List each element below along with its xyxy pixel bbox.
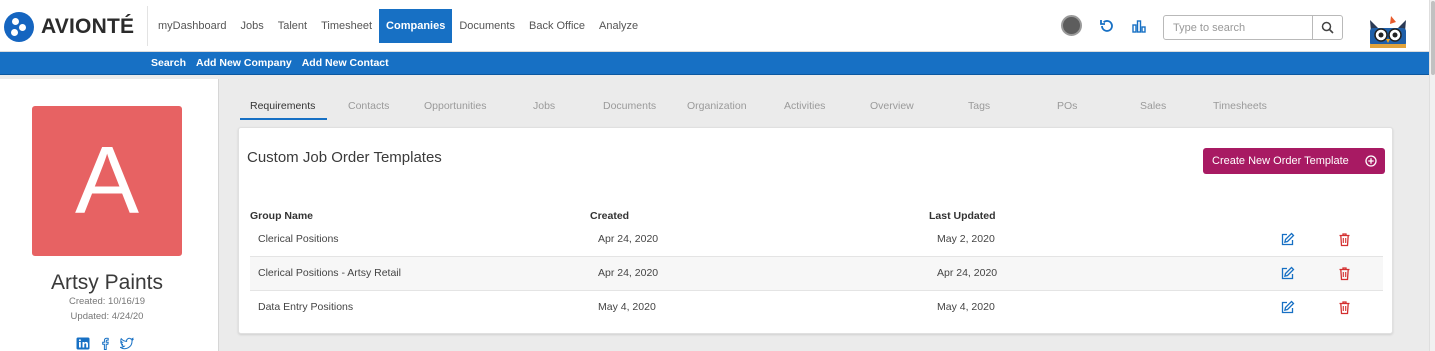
delete-icon[interactable] [1337,266,1352,281]
edit-icon[interactable] [1280,232,1295,247]
plus-circle-icon [1365,155,1377,167]
nav-item-jobs[interactable]: Jobs [233,9,270,43]
card-title: Custom Job Order Templates [247,149,442,166]
subnav-add-new-company[interactable]: Add New Company [191,52,297,75]
tab-organization[interactable]: Organization [687,95,747,117]
scrollbar-thumb[interactable] [1431,1,1435,75]
brand-name: AVIONTÉ [41,15,135,38]
linkedin-icon[interactable] [76,337,90,350]
tab-tags[interactable]: Tags [968,95,990,117]
cell-created: Apr 24, 2020 [598,233,659,245]
active-tab-indicator [240,118,327,120]
search-button[interactable] [1312,16,1342,39]
edit-icon[interactable] [1280,300,1295,315]
tab-documents[interactable]: Documents [603,95,656,117]
tab-opportunities[interactable]: Opportunities [424,95,486,117]
create-new-order-template-button[interactable]: Create New Order Template [1203,148,1385,174]
cell-created: May 4, 2020 [598,301,656,313]
facebook-icon[interactable] [98,337,112,350]
user-avatar[interactable] [1061,15,1082,36]
cell-group-name: Clerical Positions [258,233,339,245]
tab-jobs[interactable]: Jobs [533,95,555,117]
top-navigation-bar: AVIONTÉ myDashboard Jobs Talent Timeshee… [0,0,1435,52]
cell-last-updated: May 4, 2020 [937,301,995,313]
nav-item-analyze[interactable]: Analyze [592,9,645,43]
nav-divider [147,6,148,46]
cell-last-updated: May 2, 2020 [937,233,995,245]
analytics-icon[interactable] [1129,16,1149,36]
main-nav: myDashboard Jobs Talent Timesheet Compan… [151,9,645,43]
nav-item-companies[interactable]: Companies [379,9,453,43]
table-row: Data Entry Positions May 4, 2020 May 4, … [250,291,1383,325]
nav-item-mydashboard[interactable]: myDashboard [151,9,233,43]
nav-item-timesheet[interactable]: Timesheet [314,9,379,43]
owl-mascot-icon[interactable] [1364,14,1412,50]
search-input[interactable] [1164,16,1312,39]
cell-last-updated: Apr 24, 2020 [937,267,998,279]
column-header-group-name[interactable]: Group Name [250,210,313,222]
company-avatar: A [32,106,182,256]
page-scrollbar[interactable] [1429,0,1435,351]
tab-contacts[interactable]: Contacts [348,95,389,117]
company-profile-panel: A Artsy Paints Created: 10/16/19 Updated… [0,79,219,351]
delete-icon[interactable] [1337,300,1352,315]
cell-group-name: Data Entry Positions [258,301,354,313]
table-row: Clerical Positions - Artsy Retail Apr 24… [250,257,1383,291]
job-order-templates-card: Custom Job Order Templates Create New Or… [238,127,1393,334]
column-header-last-updated[interactable]: Last Updated [929,210,996,222]
column-header-created[interactable]: Created [590,210,629,222]
table-row: Clerical Positions Apr 24, 2020 May 2, 2… [250,223,1383,257]
company-actions-nav: Search Add New Company Add New Contact [146,52,394,75]
avionte-logo-icon [4,12,34,42]
search-icon [1321,21,1334,34]
tab-sales[interactable]: Sales [1140,95,1166,117]
global-search [1163,15,1343,40]
tab-requirements[interactable]: Requirements [250,95,315,117]
twitter-icon[interactable] [118,337,135,350]
tab-timesheets[interactable]: Timesheets [1213,95,1267,117]
subnav-search[interactable]: Search [146,52,191,75]
tab-overview[interactable]: Overview [870,95,914,117]
nav-item-talent[interactable]: Talent [271,9,314,43]
secondary-action-bar: Search Add New Company Add New Contact [0,52,1429,75]
company-name: Artsy Paints [50,271,164,294]
nav-item-back-office[interactable]: Back Office [522,9,592,43]
nav-item-documents[interactable]: Documents [452,9,522,43]
company-created-date: Created: 10/16/19 [68,296,146,307]
brand-logo[interactable]: AVIONTÉ [4,12,134,42]
cell-group-name: Clerical Positions - Artsy Retail [258,267,401,279]
subnav-add-new-contact[interactable]: Add New Contact [297,52,394,75]
create-button-label: Create New Order Template [1212,155,1349,167]
delete-icon[interactable] [1337,232,1352,247]
cell-created: Apr 24, 2020 [598,267,659,279]
social-links [76,337,135,350]
company-updated-date: Updated: 4/24/20 [70,311,144,322]
edit-icon[interactable] [1280,266,1295,281]
history-icon[interactable] [1097,16,1117,36]
company-initial: A [74,127,140,234]
tab-pos[interactable]: POs [1057,95,1077,117]
tab-activities[interactable]: Activities [784,95,825,117]
